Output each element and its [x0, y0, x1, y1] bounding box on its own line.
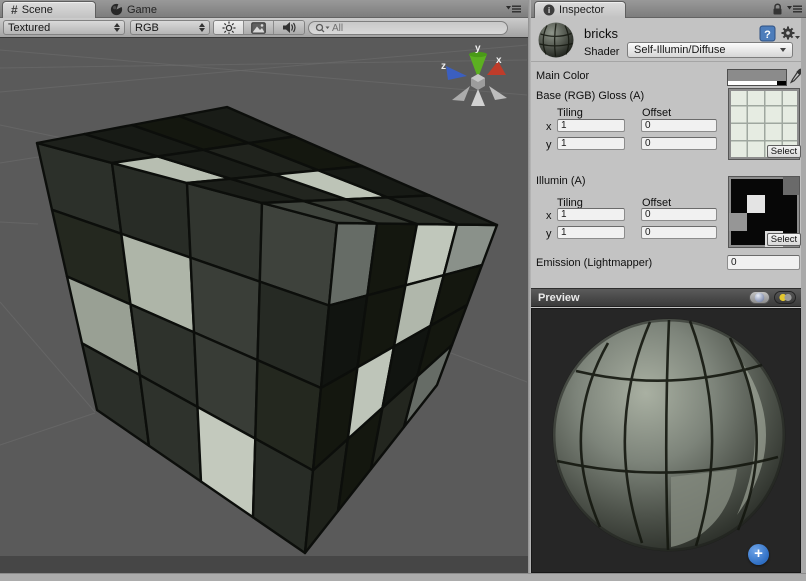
scene-3d-view: y x z	[0, 38, 528, 556]
render-mode-dropdown[interactable]: Textured	[3, 20, 125, 35]
illumin-x-label: x	[546, 210, 552, 222]
preview-title: Preview	[538, 292, 580, 304]
lighting-toggle-button[interactable]	[214, 21, 244, 34]
shader-dropdown[interactable]: Self-Illumin/Diffuse	[627, 42, 793, 58]
base-y-label: y	[546, 139, 552, 151]
preview-lighting-button[interactable]	[774, 291, 796, 304]
base-offset-header: Offset	[642, 107, 671, 119]
main-color-swatch[interactable]	[727, 69, 787, 86]
illumin-tiling-y-input[interactable]	[557, 226, 625, 239]
emission-input[interactable]	[727, 255, 800, 270]
help-icon[interactable]: ?	[759, 25, 776, 42]
image-icon	[251, 22, 266, 34]
tab-inspector[interactable]: i Inspector	[534, 1, 626, 18]
scene-search-input[interactable]	[332, 23, 482, 34]
sphere-icon	[754, 292, 765, 303]
shader-label: Shader	[584, 46, 619, 58]
skybox-toggle-button[interactable]	[244, 21, 274, 34]
scene-search-field[interactable]	[308, 21, 508, 35]
illumin-offset-y-input[interactable]	[641, 226, 717, 239]
sun-icon	[222, 21, 236, 35]
material-preview-area[interactable]: +	[531, 308, 801, 573]
window-resize-strip[interactable]	[0, 573, 806, 581]
tab-scene[interactable]: # Scene	[2, 1, 96, 18]
scene-bottom-strip	[0, 556, 528, 573]
material-header: bricks Shader Self-Illumin/Diffuse ?	[531, 18, 801, 62]
tab-game[interactable]: Game	[102, 1, 182, 18]
gizmo-z-label: z	[441, 61, 446, 72]
speaker-icon	[282, 21, 297, 34]
main-color-label: Main Color	[536, 70, 589, 82]
render-mode-value: Textured	[8, 22, 110, 34]
popup-arrows-icon	[114, 23, 120, 32]
illumin-offset-x-input[interactable]	[641, 208, 717, 221]
scene-toolbar: Textured RGB	[0, 18, 528, 38]
material-name: bricks	[584, 26, 618, 41]
tab-scene-label: Scene	[22, 4, 53, 16]
base-section-label: Base (RGB) Gloss (A)	[536, 90, 644, 102]
base-offset-y-input[interactable]	[641, 137, 717, 150]
preview-header[interactable]: Preview	[531, 288, 801, 307]
illumin-y-label: y	[546, 228, 552, 240]
game-icon	[110, 3, 123, 16]
base-x-label: x	[546, 121, 552, 133]
base-tiling-x-input[interactable]	[557, 119, 625, 132]
material-sphere-thumbnail	[537, 21, 575, 59]
inspector-panel: bricks Shader Self-Illumin/Diffuse ?	[531, 18, 801, 573]
search-icon	[315, 23, 330, 34]
unity-editor-window: # Scene Game Textured RGB	[0, 0, 806, 581]
inspector-tabbar: i Inspector	[531, 0, 806, 18]
scene-orientation-gizmo[interactable]: y x z	[441, 43, 507, 106]
audio-toggle-button[interactable]	[274, 21, 304, 34]
scene-grid-icon: #	[11, 5, 18, 15]
popup-arrows-icon	[199, 23, 205, 32]
inspector-lock-icon[interactable]	[772, 3, 783, 15]
window-right-edge	[801, 18, 806, 573]
gear-icon[interactable]	[780, 25, 800, 42]
svg-text:?: ?	[764, 29, 771, 41]
preview-sphere	[532, 309, 800, 572]
gizmo-y-label: y	[475, 43, 481, 54]
gizmo-z-axis	[446, 66, 467, 80]
color-mode-dropdown[interactable]: RGB	[130, 20, 210, 35]
tab-game-label: Game	[127, 4, 157, 16]
svg-text:i: i	[548, 5, 550, 15]
info-icon: i	[543, 4, 555, 16]
color-mode-value: RGB	[135, 22, 195, 34]
illumin-section-label: Illumin (A)	[536, 175, 586, 187]
gizmo-x-label: x	[496, 55, 502, 66]
lighting-dots-icon	[778, 293, 793, 302]
add-button[interactable]: +	[748, 544, 769, 565]
scene-tabbar: # Scene Game	[0, 0, 528, 18]
base-offset-x-input[interactable]	[641, 119, 717, 132]
illumin-tiling-x-input[interactable]	[557, 208, 625, 221]
illumin-texture-select-button[interactable]: Select	[767, 233, 801, 246]
scene-pane-menu-icon[interactable]	[506, 4, 522, 14]
scene-viewport[interactable]: y x z	[0, 38, 528, 556]
preview-sphere-button[interactable]	[749, 291, 770, 304]
shader-value: Self-Illumin/Diffuse	[634, 44, 726, 56]
tab-inspector-label: Inspector	[559, 4, 604, 16]
base-texture-select-button[interactable]: Select	[767, 145, 801, 158]
chevron-down-icon	[780, 48, 786, 52]
scene-view-toggles	[213, 20, 305, 35]
emission-label: Emission (Lightmapper)	[536, 257, 652, 269]
base-tiling-y-input[interactable]	[557, 137, 625, 150]
inspector-pane-menu-icon[interactable]	[787, 4, 803, 14]
base-tiling-header: Tiling	[557, 107, 583, 119]
